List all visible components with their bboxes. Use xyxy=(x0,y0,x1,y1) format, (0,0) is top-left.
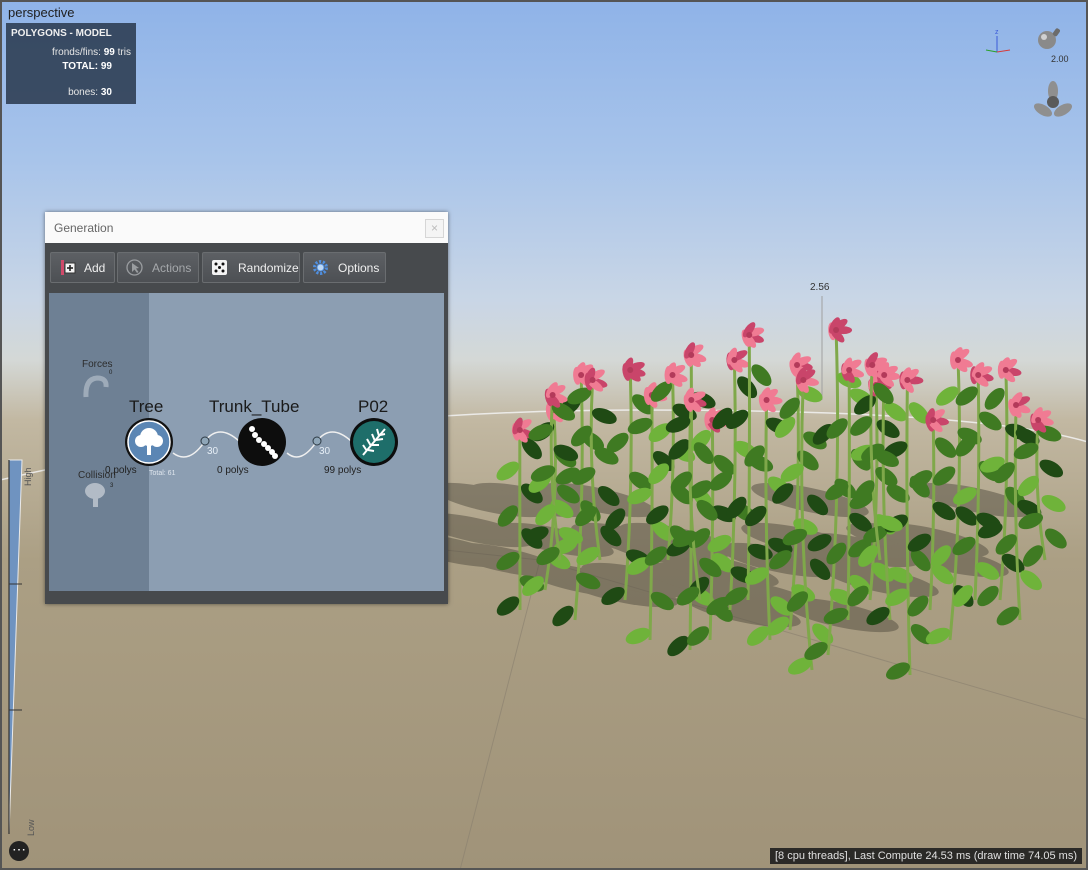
axis-gizmo-icon[interactable]: z xyxy=(982,26,1012,56)
p02-node-title: P02 xyxy=(358,397,389,416)
polygon-stats-panel: POLYGONS - MODEL fronds/fins: 99 tris TO… xyxy=(6,23,136,104)
trunk-node-title: Trunk_Tube xyxy=(209,397,300,416)
axis-z-label: z xyxy=(995,29,999,36)
light-bulb-icon[interactable] xyxy=(1034,24,1064,54)
tree-node-polys: 0 polys xyxy=(105,465,137,476)
actions-button[interactable]: Actions xyxy=(117,252,199,283)
randomize-label: Randomize xyxy=(238,261,299,275)
randomize-button[interactable]: Randomize xyxy=(202,252,300,283)
total-row: TOTAL: 99 xyxy=(62,61,112,72)
close-button[interactable]: × xyxy=(425,219,444,238)
cursor-actions-icon xyxy=(126,259,143,276)
fronds-row: fronds/fins: 99 tris xyxy=(52,47,131,58)
ellipsis-icon: ⋯ xyxy=(12,841,26,857)
camera-zoom-label: 2.00 xyxy=(1051,54,1069,64)
bones-label: bones: xyxy=(68,87,99,98)
tree-node-title: Tree xyxy=(129,397,164,416)
options-button[interactable]: Options xyxy=(303,252,386,283)
total-value: 99 xyxy=(100,61,112,72)
propeller-icon[interactable] xyxy=(1031,80,1075,124)
p02-node-polys: 99 polys xyxy=(324,465,362,476)
generation-title-bar[interactable]: Generation × xyxy=(45,212,448,243)
connection-count-1: 30 xyxy=(207,446,219,457)
fern-leaf-icon[interactable] xyxy=(349,417,399,467)
generation-window[interactable]: Generation × Add Actions Randomize Optio… xyxy=(45,212,448,604)
3d-viewport[interactable]: perspective 2.56 z 2.00 POLYGONS - MODEL… xyxy=(0,0,1088,870)
view-label: perspective xyxy=(8,5,75,20)
lod-low-label: Low xyxy=(26,819,36,836)
generator-graph[interactable]: Forces 0 Collision 3 30 30 Tree 0 polys … xyxy=(49,293,444,591)
trunk-node-polys: 0 polys xyxy=(217,465,249,476)
add-button[interactable]: Add xyxy=(50,252,115,283)
connection-port-2 xyxy=(312,436,322,446)
dice-icon xyxy=(212,260,227,275)
fronds-unit: tris xyxy=(117,47,131,58)
connection-count-2: 30 xyxy=(319,446,331,457)
fronds-value: 99 xyxy=(103,47,115,58)
gear-icon xyxy=(313,260,328,275)
lod-high-label: High xyxy=(23,467,33,486)
add-node-icon xyxy=(61,260,76,275)
status-bar: [8 cpu threads], Last Compute 24.53 ms (… xyxy=(769,848,1082,864)
lod-scale-bar[interactable] xyxy=(8,458,24,838)
options-label: Options xyxy=(338,261,380,275)
fronds-label: fronds/fins: xyxy=(52,47,101,58)
tree-node-total: Total: 61 xyxy=(149,470,176,477)
connection-port-1 xyxy=(200,436,210,446)
total-label: TOTAL: xyxy=(62,61,99,72)
branch-icon[interactable] xyxy=(237,417,287,467)
height-marker-label: 2.56 xyxy=(810,282,830,293)
polygon-stats-title: POLYGONS - MODEL xyxy=(11,28,112,39)
add-label: Add xyxy=(84,261,106,275)
bones-value: 30 xyxy=(100,87,112,98)
actions-label: Actions xyxy=(152,261,192,275)
more-options-button[interactable]: ⋯ xyxy=(9,841,29,861)
tree-icon[interactable] xyxy=(124,417,174,467)
bones-row: bones: 30 xyxy=(68,87,112,98)
generation-title: Generation xyxy=(54,221,114,235)
